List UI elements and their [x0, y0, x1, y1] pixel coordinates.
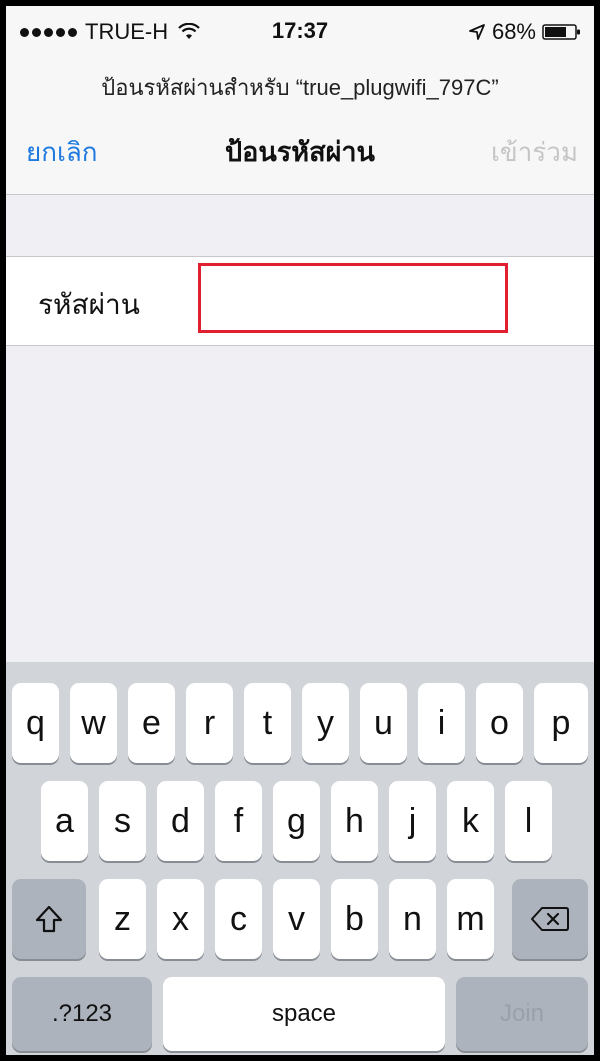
battery-icon — [542, 24, 580, 40]
key-label: g — [287, 802, 306, 840]
key-b[interactable]: b — [331, 879, 378, 959]
key-h[interactable]: h — [331, 781, 378, 861]
key-y[interactable]: y — [302, 683, 349, 763]
key-i[interactable]: i — [418, 683, 465, 763]
keyboard: q w e r t y u i o p a s d f g h j k l z … — [6, 662, 594, 1055]
key-label: n — [403, 900, 422, 938]
key-label: o — [490, 704, 509, 742]
screen: TRUE-H 17:37 68% ป้อนรหัสผ่านสำหรับ “tru… — [6, 6, 594, 1055]
password-label: รหัสผ่าน — [38, 289, 140, 320]
backspace-icon — [531, 907, 569, 931]
key-q[interactable]: q — [12, 683, 59, 763]
key-l[interactable]: l — [505, 781, 552, 861]
key-x[interactable]: x — [157, 879, 204, 959]
key-label: f — [233, 802, 244, 840]
network-prompt: ป้อนรหัสผ่านสำหรับ “true_plugwifi_797C” — [101, 75, 499, 100]
key-r[interactable]: r — [186, 683, 233, 763]
key-label: i — [437, 704, 446, 742]
join-button[interactable]: เข้าร่วม — [491, 132, 578, 173]
key-label: m — [456, 900, 485, 938]
space-key[interactable]: space — [163, 977, 445, 1051]
password-row: รหัสผ่าน — [6, 256, 594, 346]
key-z[interactable]: z — [99, 879, 146, 959]
key-p[interactable]: p — [534, 683, 588, 763]
key-k[interactable]: k — [447, 781, 494, 861]
shift-key[interactable] — [12, 879, 86, 959]
nav-header: ป้อนรหัสผ่านสำหรับ “true_plugwifi_797C” … — [6, 58, 594, 195]
shift-arrow-icon — [35, 905, 63, 933]
key-label: Join — [499, 1000, 545, 1027]
key-t[interactable]: t — [244, 683, 291, 763]
key-label: u — [374, 704, 393, 742]
join-key[interactable]: Join — [456, 977, 588, 1051]
key-label: v — [288, 900, 305, 938]
key-g[interactable]: g — [273, 781, 320, 861]
key-label: b — [345, 900, 364, 938]
key-label: t — [262, 704, 273, 742]
key-label: r — [203, 704, 216, 742]
key-label: p — [551, 704, 571, 742]
numbers-key[interactable]: .?123 — [12, 977, 152, 1051]
key-u[interactable]: u — [360, 683, 407, 763]
key-label: e — [142, 704, 161, 742]
key-label: c — [230, 900, 247, 938]
nav-row: ยกเลิก ป้อนรหัสผ่าน เข้าร่วม — [6, 124, 594, 172]
location-arrow-icon — [469, 24, 485, 40]
key-d[interactable]: d — [157, 781, 204, 861]
key-label: l — [524, 802, 533, 840]
key-label: y — [317, 704, 334, 742]
key-a[interactable]: a — [41, 781, 88, 861]
key-label: space — [271, 1000, 337, 1027]
key-e[interactable]: e — [128, 683, 175, 763]
backspace-key[interactable] — [512, 879, 588, 959]
password-input[interactable] — [198, 263, 508, 333]
key-label: z — [114, 900, 131, 938]
battery-percent: 68% — [491, 19, 536, 44]
key-label: w — [81, 704, 106, 742]
key-label: k — [462, 802, 479, 840]
key-f[interactable]: f — [215, 781, 262, 861]
key-label: h — [345, 802, 364, 840]
key-label: j — [408, 802, 417, 840]
status-right: 68% — [468, 19, 582, 44]
key-label: .?123 — [51, 1000, 113, 1027]
key-v[interactable]: v — [273, 879, 320, 959]
status-bar: TRUE-H 17:37 68% — [6, 6, 594, 58]
key-label: d — [171, 802, 190, 840]
key-label: q — [26, 704, 45, 742]
key-s[interactable]: s — [99, 781, 146, 861]
key-n[interactable]: n — [389, 879, 436, 959]
key-label: s — [114, 802, 131, 840]
key-j[interactable]: j — [389, 781, 436, 861]
key-label: a — [55, 802, 74, 840]
key-o[interactable]: o — [476, 683, 523, 763]
key-label: x — [172, 900, 189, 938]
key-w[interactable]: w — [70, 683, 117, 763]
key-c[interactable]: c — [215, 879, 262, 959]
key-m[interactable]: m — [447, 879, 494, 959]
